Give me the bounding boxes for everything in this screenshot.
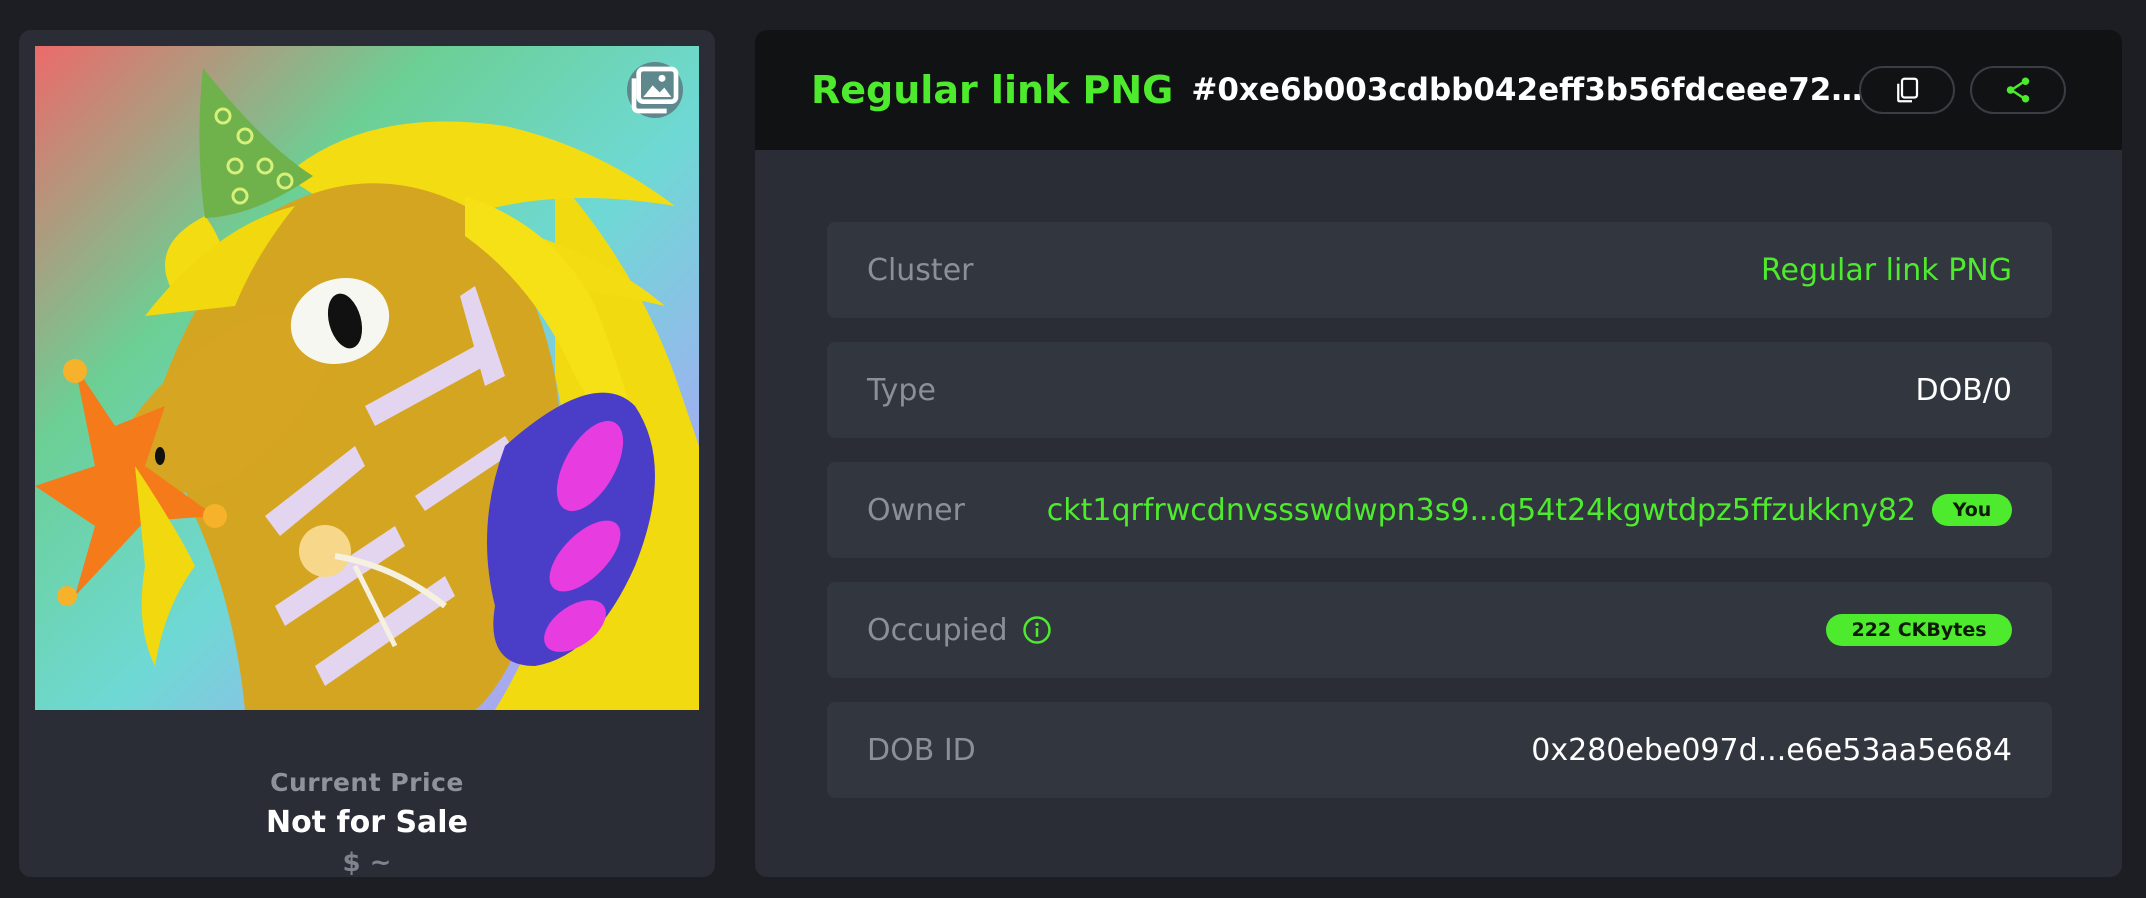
detail-header: Regular link PNG #0xe6b003cdbb042eff3b56… [755,30,2122,150]
cluster-label: Cluster [867,252,974,288]
gallery-button[interactable] [627,62,683,118]
type-row: Type DOB/0 [827,342,2052,438]
owner-row: Owner ckt1qrfrwcdnvssswdwpn3s9...q54t24k… [827,462,2052,558]
share-button[interactable] [1970,66,2066,114]
copy-button[interactable] [1859,66,1955,114]
owner-label: Owner [867,492,965,528]
price-label: Current Price [270,768,464,797]
page-title: Regular link PNG [811,68,1174,112]
you-badge: You [1932,494,2012,526]
occupied-value-group: 222 CKBytes [1826,614,2012,646]
price-section: Current Price Not for Sale $ ~ [19,730,715,877]
price-usd: $ ~ [342,848,392,877]
nft-artwork[interactable] [35,46,699,710]
owner-value-group: ckt1qrfrwcdnvssswdwpn3s9...q54t24kgwtdpz… [1047,493,2012,528]
occupied-label: Occupied [867,612,1008,648]
cluster-link[interactable]: Regular link PNG [1761,253,2012,288]
nft-card: Current Price Not for Sale $ ~ [19,30,715,877]
type-label: Type [867,372,936,408]
occupied-label-group: Occupied [867,613,1052,648]
token-id: #0xe6b003cdbb042eff3b56fdceee725b42... [1191,72,1882,108]
dob-id-row: DOB ID 0x280ebe097d...e6e53aa5e684 [827,702,2052,798]
occupied-badge: 222 CKBytes [1826,614,2012,646]
dob-id-value[interactable]: 0x280ebe097d...e6e53aa5e684 [1531,733,2012,768]
unicorn-illustration [35,68,699,710]
copy-icon [1897,77,1919,103]
type-value: DOB/0 [1915,372,2013,408]
dob-id-label: DOB ID [867,732,976,768]
detail-panel: Regular link PNG #0xe6b003cdbb042eff3b56… [755,30,2122,877]
price-value: Not for Sale [266,805,468,840]
occupied-row: Occupied 222 CKBytes [827,582,2052,678]
share-icon [2006,77,2030,103]
gallery-icon [631,66,679,114]
cluster-row: Cluster Regular link PNG [827,222,2052,318]
info-icon[interactable] [1022,615,1052,645]
detail-rows: Cluster Regular link PNG Type DOB/0 Owne… [755,150,2122,798]
owner-address-link[interactable]: ckt1qrfrwcdnvssswdwpn3s9...q54t24kgwtdpz… [1047,493,1916,528]
